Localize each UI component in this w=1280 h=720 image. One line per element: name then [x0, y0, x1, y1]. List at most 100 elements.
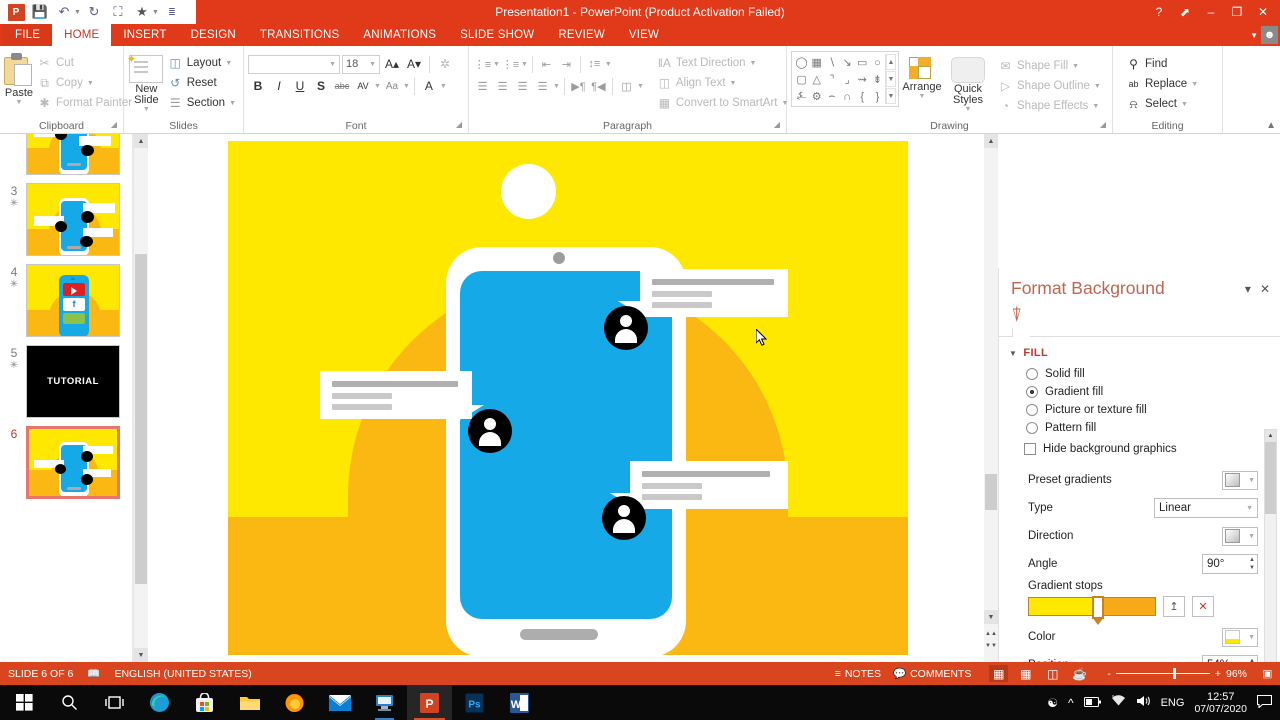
edge-icon[interactable]	[137, 685, 182, 720]
checkbox-hide-background-graphics[interactable]	[1024, 443, 1036, 455]
shape-triangle-icon[interactable]: △	[809, 71, 824, 88]
shape-fill-dropdown-icon[interactable]: ▼	[1072, 63, 1079, 70]
shape-oval-icon[interactable]: ○	[870, 54, 885, 71]
ltr-direction-button[interactable]: ▶¶	[569, 77, 588, 96]
photoshop-icon[interactable]: Ps	[452, 685, 497, 720]
radio-gradient-fill[interactable]	[1026, 386, 1038, 398]
paragraph-dialog-launcher[interactable]: ◢	[774, 118, 780, 132]
panel-scroll-thumb[interactable]	[1265, 442, 1276, 514]
type-select[interactable]: Linear ▼	[1154, 498, 1258, 518]
shape-right-brace-icon[interactable]: }	[870, 88, 885, 105]
thumbnail-scroll-up-icon[interactable]: ▲	[134, 134, 148, 148]
thumbnail-slide-6[interactable]: 6	[0, 426, 132, 499]
rtl-direction-button[interactable]: ¶◀	[589, 77, 608, 96]
notes-button[interactable]: ≡ NOTES	[835, 668, 881, 680]
star-icon[interactable]: ★	[131, 1, 153, 23]
add-gradient-stop-button[interactable]: ↥	[1163, 596, 1185, 617]
help-button[interactable]: ?	[1146, 0, 1172, 24]
justify-button[interactable]: ☰	[533, 77, 552, 96]
align-center-button[interactable]: ☰	[493, 77, 512, 96]
strikethrough-button[interactable]: abc	[332, 76, 352, 96]
zoom-slider-knob[interactable]	[1172, 668, 1176, 679]
radio-picture-fill[interactable]	[1026, 404, 1038, 416]
firefox-icon[interactable]	[272, 685, 317, 720]
panel-menu-icon[interactable]: ▾	[1245, 282, 1251, 296]
bullets-button[interactable]: ⋮≡	[473, 55, 492, 74]
comments-button[interactable]: 💬 COMMENTS	[893, 667, 971, 681]
zoom-level-label[interactable]: 96%	[1226, 668, 1247, 680]
font-name-input[interactable]: ▼	[248, 54, 340, 74]
shapes-gallery[interactable]: ◯ ▦ ∖ ↘ ▭ ○ ▢ △ ⌝ ⌟ ⇝ ⇟ ⍼ ⚙ ⌢ ∩ {} ▲ ▼ …	[791, 51, 899, 107]
shape-left-brace-icon[interactable]: {	[855, 88, 870, 105]
shape-fill-button[interactable]: ✉ Shape Fill ▼	[995, 56, 1104, 76]
avatar-1[interactable]	[604, 306, 648, 350]
angle-input[interactable]: 90° ▲ ▼	[1202, 554, 1258, 574]
slide-thumbnail-image[interactable]	[26, 426, 120, 499]
align-text-button[interactable]: ◫ Align Text ▼	[654, 73, 792, 93]
shape-pentagon-icon[interactable]: ⍼	[794, 88, 809, 105]
thumbnail-slide-3[interactable]: 3 ✳	[0, 183, 132, 256]
language-label[interactable]: ENGLISH (UNITED STATES)	[114, 668, 251, 680]
zoom-out-button[interactable]: -	[1107, 668, 1111, 680]
shape-elbow2-icon[interactable]: ⌟	[840, 71, 855, 88]
previous-slide-button[interactable]: ▲▲	[985, 628, 997, 640]
fill-bucket-icon[interactable]: ⍒	[1011, 305, 1022, 326]
angle-increase-icon[interactable]: ▲	[1249, 556, 1255, 564]
section-collapse-icon[interactable]: ▼	[1009, 349, 1017, 358]
new-slide-button[interactable]: ✦ New Slide ▼	[126, 49, 165, 113]
angle-decrease-icon[interactable]: ▼	[1249, 564, 1255, 572]
color-dropdown-icon[interactable]: ▼	[1248, 634, 1255, 641]
remove-gradient-stop-button[interactable]: ✕	[1192, 596, 1214, 617]
thumbnail-slide-4[interactable]: 4 ✳ f	[0, 264, 132, 337]
change-case-dropdown-icon[interactable]: ▼	[403, 83, 410, 90]
start-presentation-icon[interactable]: ⛶	[107, 1, 129, 23]
text-direction-dropdown-icon[interactable]: ▼	[750, 60, 757, 67]
bullets-dropdown-icon[interactable]: ▼	[493, 61, 500, 68]
thumbnail-scroll-thumb[interactable]	[135, 254, 147, 584]
tab-transitions[interactable]: TRANSITIONS	[248, 24, 352, 46]
chevron-up-icon[interactable]: ^	[1068, 696, 1074, 710]
clear-formatting-button[interactable]: ✲	[435, 55, 455, 74]
gradient-stops-bar[interactable]	[1028, 596, 1156, 625]
panel-scrollbar[interactable]: ▲ ▼	[1264, 429, 1277, 687]
clock[interactable]: 12:57 07/07/2020	[1194, 691, 1247, 715]
shape-line-icon[interactable]: ∖	[824, 54, 839, 71]
close-button[interactable]: ✕	[1250, 0, 1276, 24]
shape-curve-icon[interactable]: ∩	[840, 88, 855, 105]
microsoft-store-icon[interactable]	[182, 685, 227, 720]
powerpoint-taskbar-icon[interactable]: P	[407, 685, 452, 720]
user-account-icon[interactable]: ☻	[1261, 26, 1278, 44]
canvas-scroll-thumb[interactable]	[985, 474, 997, 510]
shapes-scrollbar[interactable]: ▲ ▼ ▼	[885, 54, 896, 104]
task-view-icon[interactable]	[92, 685, 137, 720]
replace-button[interactable]: ab Replace ▼	[1123, 74, 1201, 94]
panel-scroll-up-icon[interactable]: ▲	[1265, 430, 1276, 442]
italic-button[interactable]: I	[269, 76, 289, 96]
arrange-dropdown-icon[interactable]: ▼	[919, 93, 926, 100]
restore-button[interactable]: ❐	[1224, 0, 1250, 24]
text-shadow-button[interactable]: S	[311, 76, 331, 96]
tab-review[interactable]: REVIEW	[546, 24, 617, 46]
columns-dropdown-icon[interactable]: ▼	[637, 83, 644, 90]
radio-pattern-fill[interactable]	[1026, 422, 1038, 434]
numbering-button[interactable]: ⋮≡	[501, 55, 520, 74]
screen-recorder-icon[interactable]	[362, 685, 407, 720]
shape-callout-icon[interactable]: ◯	[794, 54, 809, 71]
section-button[interactable]: ☰ Section ▼	[165, 93, 239, 113]
next-slide-button[interactable]: ▼▼	[985, 640, 997, 652]
avatar-3[interactable]	[602, 496, 646, 540]
slide-thumbnail-image[interactable]	[26, 183, 120, 256]
notifications-icon[interactable]	[1256, 694, 1273, 711]
font-dialog-launcher[interactable]: ◢	[456, 118, 462, 132]
canvas-scroll-up-icon[interactable]: ▲	[984, 134, 998, 148]
slide-show-button[interactable]: ☕	[1070, 665, 1089, 682]
select-button[interactable]: ⍾ Select ▼	[1123, 94, 1201, 114]
increase-indent-button[interactable]: ⇥	[557, 55, 576, 74]
layout-button[interactable]: ◫ Layout ▼	[165, 53, 239, 73]
slide-sorter-view-button[interactable]: ▦	[1016, 665, 1035, 682]
font-color-button[interactable]: A	[419, 76, 439, 96]
shape-effects-dropdown-icon[interactable]: ▼	[1092, 103, 1099, 110]
character-spacing-button[interactable]: AV	[353, 76, 373, 96]
font-name-dropdown-icon[interactable]: ▼	[329, 61, 336, 68]
shape-rectangle-icon[interactable]: ▭	[855, 54, 870, 71]
